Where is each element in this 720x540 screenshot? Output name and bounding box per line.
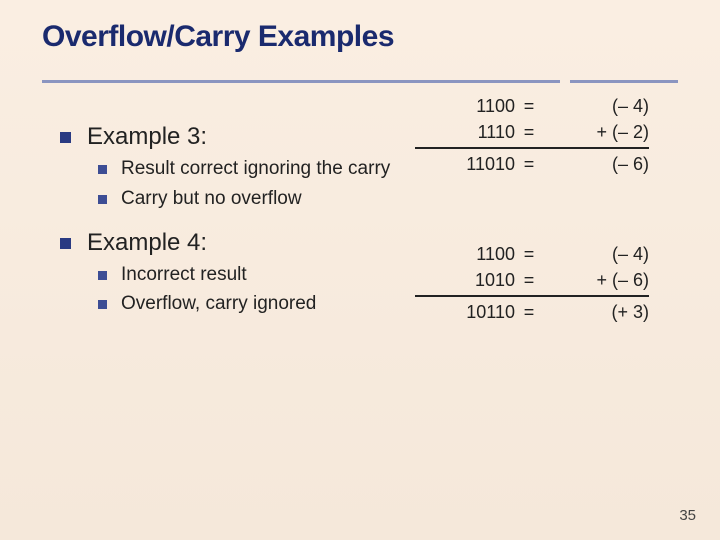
point-text: Overflow, carry ignored (121, 292, 316, 316)
table-row: 1010 = + (– 6) (415, 267, 649, 293)
table-row: 10110 = (+ 3) (415, 299, 649, 325)
table-row: 1110 = + (– 2) (415, 119, 649, 145)
equals-sign: = (515, 93, 543, 119)
separator-line (415, 147, 649, 149)
bullet-square-icon (98, 300, 107, 309)
calc-table: 1100 = (– 4) 1010 = + (– 6) 10110 = (+ 3… (415, 241, 649, 325)
list-item: Carry but no overflow (98, 187, 720, 211)
bullet-square-icon (98, 195, 107, 204)
decimal-value: (– 4) (543, 241, 649, 267)
binary-value: 1100 (415, 93, 515, 119)
binary-value: 11010 (415, 151, 515, 177)
table-row: 1100 = (– 4) (415, 241, 649, 267)
point-text: Carry but no overflow (121, 187, 302, 211)
binary-value: 1010 (415, 267, 515, 293)
equals-sign: = (515, 267, 543, 293)
decimal-value: + (– 2) (543, 119, 649, 145)
table-row: 11010 = (– 6) (415, 151, 649, 177)
example-heading: Example 3: (87, 123, 207, 151)
decimal-value: (+ 3) (543, 299, 649, 325)
bullet-square-icon (60, 132, 71, 143)
decimal-value: (– 4) (543, 93, 649, 119)
page-number: 35 (679, 507, 696, 524)
binary-value: 10110 (415, 299, 515, 325)
bullet-square-icon (98, 165, 107, 174)
slide-title: Overflow/Carry Examples (0, 0, 720, 54)
equals-sign: = (515, 241, 543, 267)
example-heading: Example 4: (87, 229, 207, 257)
binary-value: 1100 (415, 241, 515, 267)
equals-sign: = (515, 299, 543, 325)
bullet-square-icon (60, 238, 71, 249)
point-text: Incorrect result (121, 263, 247, 287)
decimal-value: (– 6) (543, 151, 649, 177)
bullet-square-icon (98, 271, 107, 280)
separator-line (415, 295, 649, 297)
decimal-value: + (– 6) (543, 267, 649, 293)
table-row: 1100 = (– 4) (415, 93, 649, 119)
equals-sign: = (515, 119, 543, 145)
binary-value: 1110 (415, 119, 515, 145)
calc-table: 1100 = (– 4) 1110 = + (– 2) 11010 = (– 6… (415, 93, 649, 177)
point-text: Result correct ignoring the carry (121, 157, 390, 181)
content-area: Example 3: Result correct ignoring the c… (0, 83, 720, 316)
equals-sign: = (515, 151, 543, 177)
